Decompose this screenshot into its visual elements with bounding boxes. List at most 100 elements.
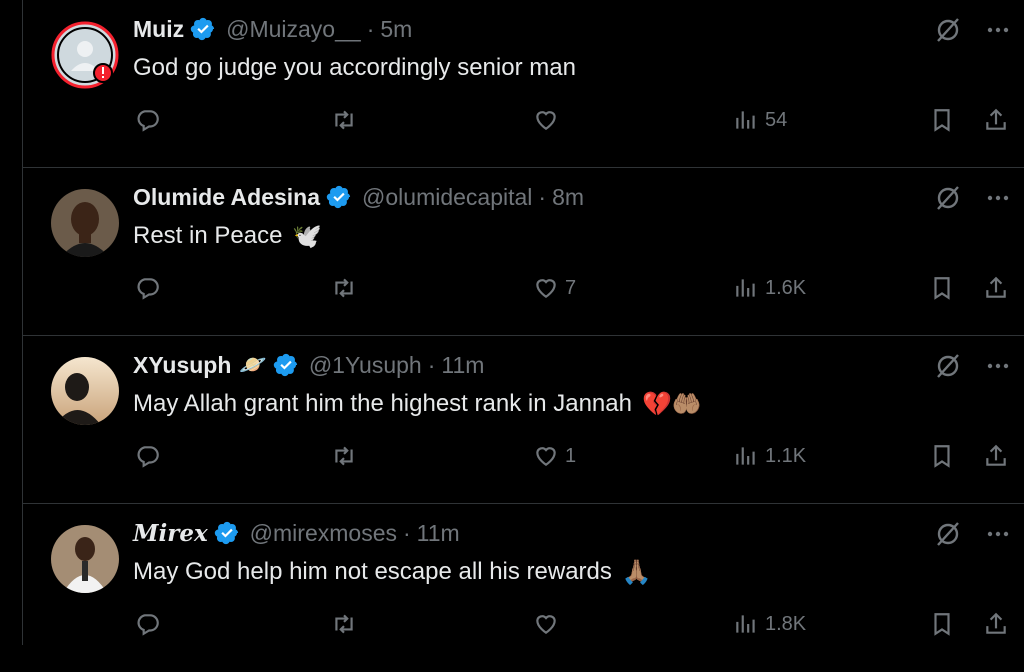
views-icon xyxy=(736,447,755,465)
like-button[interactable] xyxy=(533,100,559,140)
tweet-text: God go judge you accordingly senior man xyxy=(133,50,576,86)
tweet-text: Rest in Peace 🕊️ xyxy=(133,218,322,254)
separator: · xyxy=(538,183,547,210)
tweet-text: May God help him not escape all his rewa… xyxy=(133,554,652,590)
views-count: 1.8K xyxy=(765,612,807,635)
bookmark-button[interactable] xyxy=(929,100,955,140)
bookmark-icon xyxy=(934,613,950,636)
like-button[interactable]: 1 xyxy=(533,436,576,476)
tweet[interactable]: Muiz @Muizayo__ · 5m God go judge you ac… xyxy=(23,0,1024,168)
handle[interactable]: @1Yusuph xyxy=(309,352,422,379)
retweet-button[interactable] xyxy=(331,604,357,644)
tweet-text: May Allah grant him the highest rank in … xyxy=(133,386,702,422)
share-icon xyxy=(986,108,1006,130)
reply-button[interactable] xyxy=(135,100,161,140)
action-bar: 54 xyxy=(23,100,1024,140)
avatar[interactable] xyxy=(51,21,119,89)
like-icon xyxy=(536,615,556,634)
views-count: 54 xyxy=(765,108,788,131)
bookmark-button[interactable] xyxy=(929,604,955,644)
separator: · xyxy=(427,351,436,378)
like-icon xyxy=(536,111,556,130)
retweet-icon xyxy=(335,110,353,130)
avatar[interactable] xyxy=(51,357,119,425)
like-button[interactable]: 7 xyxy=(533,268,576,308)
reply-button[interactable] xyxy=(135,604,161,644)
dove-emoji: 🕊️ xyxy=(292,222,323,250)
handle[interactable]: @Muizayo__ xyxy=(226,16,361,43)
tweet-text-content: May God help him not escape all his rewa… xyxy=(133,558,612,585)
retweet-icon xyxy=(335,278,353,298)
timestamp[interactable]: 11m xyxy=(441,352,484,379)
display-name[interactable]: Mirex xyxy=(133,520,208,547)
more-icon[interactable] xyxy=(983,15,1013,45)
avatar[interactable] xyxy=(51,189,119,257)
timestamp[interactable]: 8m xyxy=(552,184,584,211)
verified-icon xyxy=(214,521,238,545)
tweet[interactable]: Mirex @mirexmoses · 11m May God help him… xyxy=(23,504,1024,672)
bookmark-icon xyxy=(934,445,950,468)
grok-icon[interactable] xyxy=(933,519,963,549)
action-bar: 1 1.1K xyxy=(23,436,1024,476)
verified-icon xyxy=(190,17,215,41)
broken-heart-praying-emoji: 💔🤲🏽 xyxy=(641,390,702,418)
bookmark-icon xyxy=(934,277,950,300)
verified-icon xyxy=(273,353,297,377)
views-button[interactable]: 1.8K xyxy=(733,604,806,644)
handle[interactable]: @olumidecapital xyxy=(362,184,532,211)
reply-button[interactable] xyxy=(135,436,161,476)
grok-icon[interactable] xyxy=(933,15,963,45)
tweet-header: XYusuph 🪐 @1Yusuph · 11m xyxy=(133,348,484,382)
bookmark-button[interactable] xyxy=(929,268,955,308)
tweet-header: Muiz @Muizayo__ · 5m xyxy=(133,12,412,46)
share-button[interactable] xyxy=(983,268,1009,308)
share-button[interactable] xyxy=(983,604,1009,644)
verified-icon xyxy=(326,185,351,209)
display-name[interactable]: XYusuph xyxy=(133,352,231,379)
views-button[interactable]: 1.1K xyxy=(733,436,806,476)
share-button[interactable] xyxy=(983,436,1009,476)
separator: · xyxy=(402,519,411,546)
reply-icon xyxy=(137,278,159,300)
bookmark-button[interactable] xyxy=(929,436,955,476)
share-icon xyxy=(986,612,1006,634)
views-icon xyxy=(736,279,755,297)
views-button[interactable]: 54 xyxy=(733,100,787,140)
handle[interactable]: @mirexmoses xyxy=(250,520,397,547)
display-name[interactable]: Olumide Adesina xyxy=(133,184,320,211)
grok-icon[interactable] xyxy=(933,351,963,381)
tweet[interactable]: XYusuph 🪐 @1Yusuph · 11m May Allah grant… xyxy=(23,336,1024,504)
more-icon[interactable] xyxy=(983,183,1013,213)
views-button[interactable]: 1.6K xyxy=(733,268,806,308)
action-bar: 1.8K xyxy=(23,604,1024,644)
like-count: 7 xyxy=(565,276,577,299)
tweet-text-content: May Allah grant him the highest rank in … xyxy=(133,390,632,417)
retweet-button[interactable] xyxy=(331,436,357,476)
share-icon xyxy=(986,276,1006,298)
retweet-button[interactable] xyxy=(331,268,357,308)
retweet-button[interactable] xyxy=(331,100,357,140)
share-icon xyxy=(986,444,1006,466)
tweet[interactable]: Olumide Adesina @olumidecapital · 8m Res… xyxy=(23,168,1024,336)
timeline: Muiz @Muizayo__ · 5m God go judge you ac… xyxy=(22,0,1024,645)
planet-emoji: 🪐 xyxy=(239,352,267,377)
bookmark-icon xyxy=(934,109,950,132)
views-count: 1.6K xyxy=(765,276,807,299)
timestamp[interactable]: 5m xyxy=(380,16,412,43)
like-icon xyxy=(536,279,556,298)
display-name[interactable]: Muiz xyxy=(133,16,184,43)
separator: · xyxy=(366,15,375,42)
reply-icon xyxy=(137,446,159,468)
more-icon[interactable] xyxy=(983,519,1013,549)
grok-icon[interactable] xyxy=(933,183,963,213)
timestamp[interactable]: 11m xyxy=(417,520,460,547)
tweet-text-content: God go judge you accordingly senior man xyxy=(133,54,576,81)
reply-icon xyxy=(137,110,159,132)
like-button[interactable] xyxy=(533,604,559,644)
more-icon[interactable] xyxy=(983,351,1013,381)
reply-button[interactable] xyxy=(135,268,161,308)
tweet-text-content: Rest in Peace xyxy=(133,222,283,249)
avatar[interactable] xyxy=(51,525,119,593)
action-bar: 7 1.6K xyxy=(23,268,1024,308)
share-button[interactable] xyxy=(983,100,1009,140)
